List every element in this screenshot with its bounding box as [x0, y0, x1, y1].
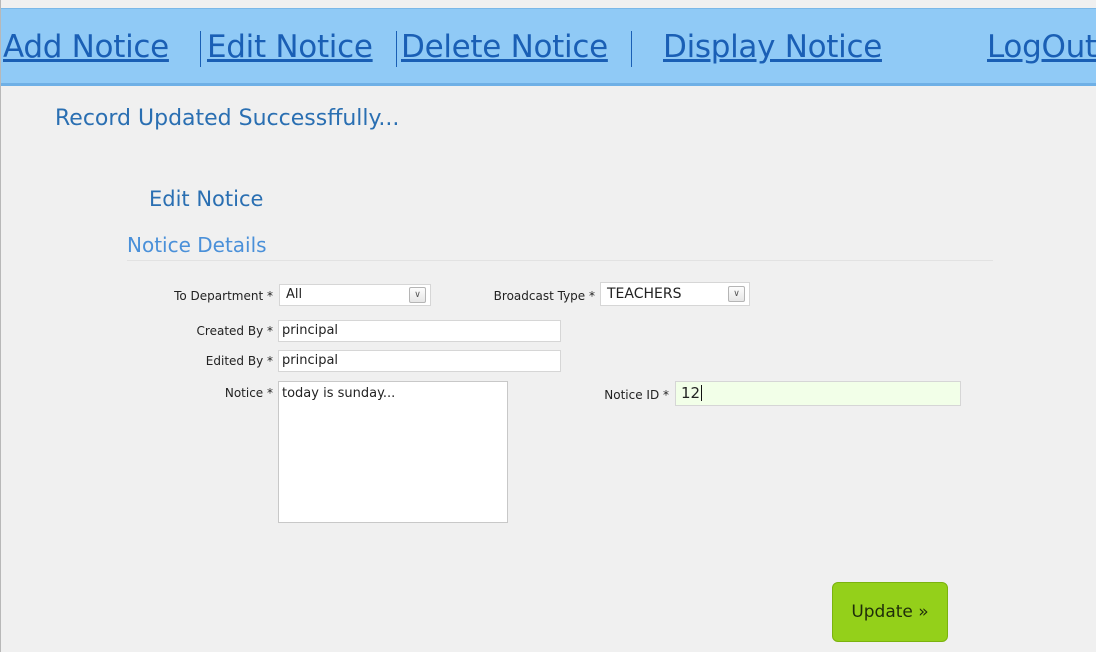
edited-by-input[interactable]: principal [278, 350, 561, 372]
nav-logout-link[interactable]: LogOut [987, 27, 1096, 67]
edited-by-label: Edited By * [205, 354, 273, 368]
section-divider [127, 260, 993, 261]
nav-separator [631, 31, 632, 67]
nav-separator [396, 31, 397, 67]
created-by-input[interactable]: principal [278, 320, 561, 342]
to-department-select[interactable]: All ∨ [279, 284, 431, 306]
top-nav-bar: Add Notice Edit Notice Delete Notice Dis… [1, 8, 1096, 86]
update-button[interactable]: Update » [832, 582, 948, 642]
page-title: Edit Notice [149, 187, 264, 211]
chevron-down-icon[interactable]: ∨ [728, 286, 745, 302]
notice-textarea[interactable]: today is sunday... [278, 381, 508, 523]
broadcast-type-label: Broadcast Type * [493, 289, 595, 303]
nav-add-notice-link[interactable]: Add Notice [3, 27, 169, 67]
notice-id-value: 12 [681, 384, 701, 402]
to-department-value: All [286, 287, 303, 302]
notice-label: Notice * [224, 386, 273, 400]
page: Add Notice Edit Notice Delete Notice Dis… [0, 0, 1096, 652]
broadcast-type-value: TEACHERS [607, 286, 682, 302]
status-message: Record Updated Successffully... [55, 106, 400, 131]
to-department-label: To Department * [174, 289, 273, 303]
text-caret [701, 385, 703, 401]
section-title: Notice Details [127, 233, 267, 257]
broadcast-type-select[interactable]: TEACHERS ∨ [600, 282, 750, 306]
nav-separator [200, 31, 201, 67]
notice-id-input[interactable]: 12 [675, 381, 961, 406]
notice-id-label: Notice ID * [604, 388, 669, 402]
nav-edit-notice-link[interactable]: Edit Notice [207, 27, 373, 67]
nav-display-notice-link[interactable]: Display Notice [663, 27, 882, 67]
created-by-label: Created By * [196, 324, 273, 338]
chevron-down-icon[interactable]: ∨ [409, 287, 426, 303]
nav-delete-notice-link[interactable]: Delete Notice [401, 27, 608, 67]
